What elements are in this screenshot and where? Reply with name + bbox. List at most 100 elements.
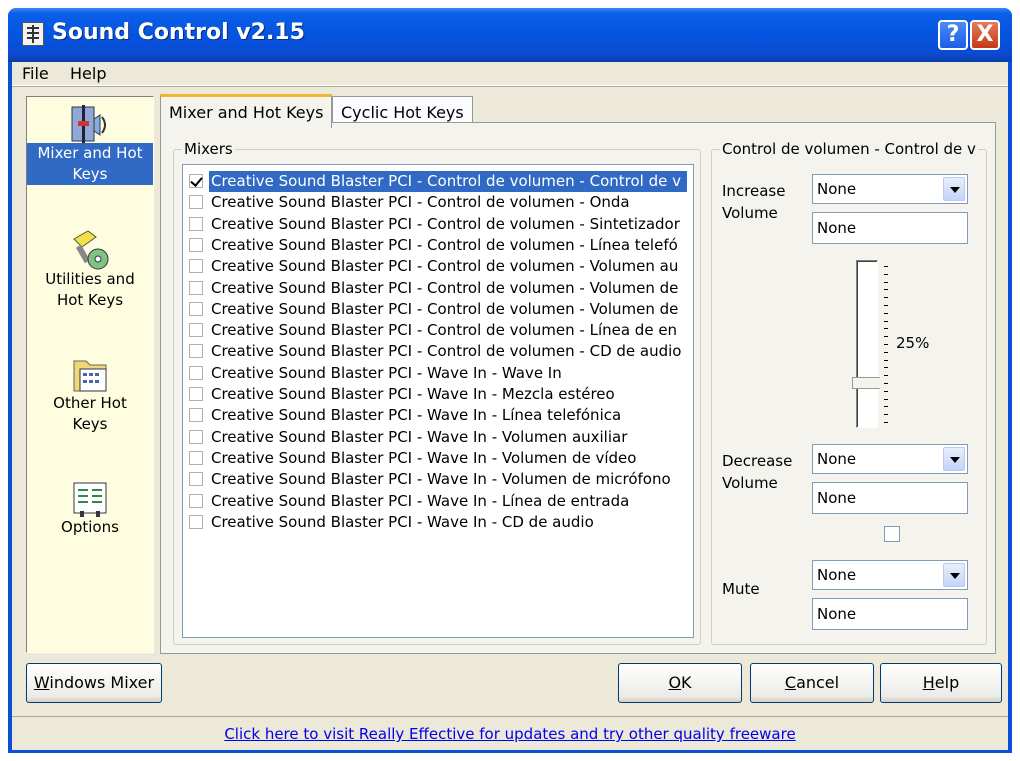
mixer-label: Creative Sound Blaster PCI - Control de … bbox=[211, 342, 682, 361]
help-button[interactable]: Help bbox=[880, 663, 1002, 703]
list-item[interactable]: Creative Sound Blaster PCI - Wave In - W… bbox=[189, 363, 689, 384]
mixer-checkbox[interactable] bbox=[189, 280, 203, 295]
decrease-volume-label: Decrease Volume bbox=[722, 450, 792, 494]
volume-slider-thumb[interactable] bbox=[852, 377, 886, 389]
mixer-checkbox[interactable] bbox=[189, 237, 203, 252]
sidebar-item-options[interactable]: Options bbox=[27, 477, 153, 538]
chevron-down-icon[interactable] bbox=[943, 563, 965, 587]
slider-tick bbox=[884, 336, 888, 338]
mixer-label: Creative Sound Blaster PCI - Control de … bbox=[211, 278, 679, 297]
mixer-label: Creative Sound Blaster PCI - Control de … bbox=[211, 235, 678, 254]
title-help-button[interactable]: ? bbox=[938, 20, 968, 50]
mixer-checkbox[interactable] bbox=[189, 450, 203, 465]
label-line: Volume bbox=[722, 204, 778, 222]
mixer-label: Creative Sound Blaster PCI - Control de … bbox=[211, 299, 679, 318]
list-item[interactable]: Creative Sound Blaster PCI - Control de … bbox=[189, 214, 689, 235]
sidebar-item-mixer-hot-keys[interactable]: Mixer and Hot Keys bbox=[27, 103, 153, 185]
website-link[interactable]: Click here to visit Really Effective for… bbox=[12, 725, 1008, 743]
tab-panel: Mixers Creative Sound Blaster PCI - Cont… bbox=[160, 122, 996, 654]
list-item[interactable]: Creative Sound Blaster PCI - Control de … bbox=[189, 235, 689, 256]
mixer-checkbox[interactable] bbox=[189, 216, 203, 231]
increase-volume-combo[interactable]: None bbox=[812, 174, 968, 204]
ok-button[interactable]: OK bbox=[618, 663, 742, 703]
list-item[interactable]: Creative Sound Blaster PCI - Wave In - L… bbox=[189, 405, 689, 426]
cancel-button[interactable]: Cancel bbox=[750, 663, 874, 703]
mixer-label: Creative Sound Blaster PCI - Control de … bbox=[209, 171, 687, 192]
list-item[interactable]: Creative Sound Blaster PCI - Wave In - V… bbox=[189, 427, 689, 448]
app-window: Sound Control v2.15 ? X File Help Mixer … bbox=[8, 8, 1012, 753]
close-button[interactable]: X bbox=[970, 20, 1000, 50]
mixer-label: Creative Sound Blaster PCI - Wave In - V… bbox=[211, 427, 628, 446]
slider-tick bbox=[884, 344, 888, 345]
list-item[interactable]: Creative Sound Blaster PCI - Control de … bbox=[189, 256, 689, 277]
mixer-label: Creative Sound Blaster PCI - Wave In - C… bbox=[211, 512, 594, 531]
decrease-volume-hotkey-field[interactable]: None bbox=[812, 482, 968, 514]
tab-mixer-hot-keys[interactable]: Mixer and Hot Keys bbox=[160, 94, 333, 128]
mute-hotkey-field[interactable]: None bbox=[812, 598, 968, 630]
mixers-group: Mixers Creative Sound Blaster PCI - Cont… bbox=[173, 140, 701, 645]
list-item[interactable]: Creative Sound Blaster PCI - Control de … bbox=[189, 320, 689, 341]
mixer-label: Creative Sound Blaster PCI - Wave In - M… bbox=[211, 385, 615, 403]
windows-mixer-button[interactable]: Windows Mixer bbox=[26, 663, 162, 703]
list-item[interactable]: Creative Sound Blaster PCI - Wave In - C… bbox=[189, 512, 689, 533]
increase-volume-hotkey-field[interactable]: None bbox=[812, 212, 968, 244]
mixer-label: Creative Sound Blaster PCI - Wave In - V… bbox=[211, 448, 637, 467]
tools-cd-icon bbox=[70, 229, 110, 270]
sidebar-item-other-hot-keys[interactable]: Other Hot Keys bbox=[27, 353, 153, 435]
volume-slider[interactable] bbox=[856, 260, 878, 428]
list-item[interactable]: Creative Sound Blaster PCI - Control de … bbox=[189, 192, 689, 213]
mute-label: Mute bbox=[722, 580, 760, 598]
chevron-down-icon[interactable] bbox=[943, 177, 965, 201]
slider-tick bbox=[884, 312, 888, 314]
sidebar-item-utilities-hot-keys[interactable]: Utilities and Hot Keys bbox=[27, 229, 153, 311]
status-bar: Click here to visit Really Effective for… bbox=[12, 716, 1008, 750]
mixer-checkbox[interactable] bbox=[189, 344, 203, 359]
slider-tick bbox=[884, 281, 888, 283]
slider-tick bbox=[884, 351, 888, 353]
title-bar[interactable]: Sound Control v2.15 ? X bbox=[8, 8, 1012, 62]
mixer-checkbox[interactable] bbox=[189, 259, 203, 274]
mixer-checkbox[interactable] bbox=[189, 493, 203, 508]
list-item[interactable]: Creative Sound Blaster PCI - Control de … bbox=[189, 299, 689, 320]
mixers-group-label: Mixers bbox=[182, 140, 235, 158]
button-label: indows Mixer bbox=[49, 673, 155, 692]
chevron-down-icon[interactable] bbox=[943, 447, 965, 471]
list-item[interactable]: Creative Sound Blaster PCI - Wave In - L… bbox=[189, 491, 689, 512]
mixer-checkbox[interactable] bbox=[189, 429, 203, 444]
slider-tick bbox=[884, 359, 888, 361]
mixer-checkbox[interactable] bbox=[189, 387, 203, 401]
list-item[interactable]: Creative Sound Blaster PCI - Control de … bbox=[189, 341, 689, 362]
menu-help[interactable]: Help bbox=[70, 64, 106, 83]
mute-checkbox[interactable] bbox=[884, 526, 900, 542]
mixer-checkbox[interactable] bbox=[189, 174, 203, 188]
slider-tick bbox=[884, 328, 888, 330]
label-line: Increase bbox=[722, 182, 786, 200]
slider-tick bbox=[884, 367, 888, 369]
button-label: ancel bbox=[796, 673, 840, 692]
menu-file[interactable]: File bbox=[22, 64, 49, 83]
mixers-list[interactable]: Creative Sound Blaster PCI - Control de … bbox=[182, 164, 694, 638]
mixer-label: Creative Sound Blaster PCI - Wave In - L… bbox=[211, 406, 622, 425]
mixer-checkbox[interactable] bbox=[189, 514, 203, 529]
slider-tick bbox=[884, 383, 888, 384]
list-item[interactable]: Creative Sound Blaster PCI - Control de … bbox=[189, 278, 689, 299]
mixer-checkbox[interactable] bbox=[189, 365, 203, 380]
slider-tick bbox=[884, 320, 888, 322]
list-item[interactable]: Creative Sound Blaster PCI - Wave In - V… bbox=[189, 469, 689, 490]
slider-tick bbox=[884, 273, 888, 275]
decrease-volume-combo[interactable]: None bbox=[812, 444, 968, 474]
mixer-checkbox[interactable] bbox=[189, 408, 203, 423]
mixer-label: Creative Sound Blaster PCI - Control de … bbox=[211, 193, 630, 212]
mixer-checkbox[interactable] bbox=[189, 472, 203, 487]
volume-percent-label: 25% bbox=[896, 334, 930, 352]
list-item[interactable]: Creative Sound Blaster PCI - Wave In - M… bbox=[189, 384, 689, 405]
sidebar-item-label: Hot Keys bbox=[56, 291, 124, 309]
mixer-checkbox[interactable] bbox=[189, 323, 203, 338]
label-line: Volume bbox=[722, 474, 778, 492]
list-item[interactable]: Creative Sound Blaster PCI - Wave In - V… bbox=[189, 448, 689, 469]
mute-combo[interactable]: None bbox=[812, 560, 968, 590]
mixer-checkbox[interactable] bbox=[189, 301, 203, 316]
mixer-checkbox[interactable] bbox=[189, 195, 203, 210]
list-item[interactable]: Creative Sound Blaster PCI - Control de … bbox=[189, 171, 689, 192]
window-title: Sound Control v2.15 bbox=[52, 20, 305, 45]
